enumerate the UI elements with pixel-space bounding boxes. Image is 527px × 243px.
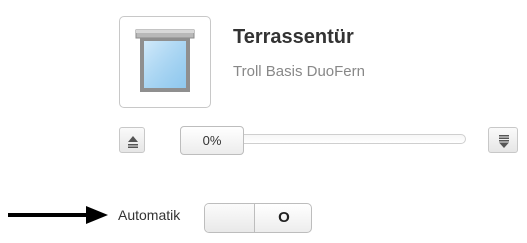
position-value: 0% <box>202 133 222 148</box>
device-image <box>119 16 211 108</box>
position-slider-handle[interactable]: 0% <box>180 126 244 155</box>
shutter-up-button[interactable] <box>119 127 145 153</box>
device-title: Terrassentür <box>233 26 354 48</box>
window-shutter-icon <box>135 29 195 92</box>
automatik-toggle[interactable]: O <box>204 203 312 233</box>
right-arrow-icon <box>8 206 108 224</box>
toggle-state-text: O <box>278 209 290 226</box>
device-panel: Terrassentür Troll Basis DuoFern 0% Auto… <box>0 0 527 243</box>
device-subtitle: Troll Basis DuoFern <box>233 63 365 80</box>
shutter-down-button[interactable] <box>488 127 518 153</box>
toggle-knob[interactable] <box>205 204 255 232</box>
shutter-up-icon <box>128 136 138 148</box>
automatik-label: Automatik <box>118 207 181 223</box>
shutter-down-icon <box>499 135 509 148</box>
